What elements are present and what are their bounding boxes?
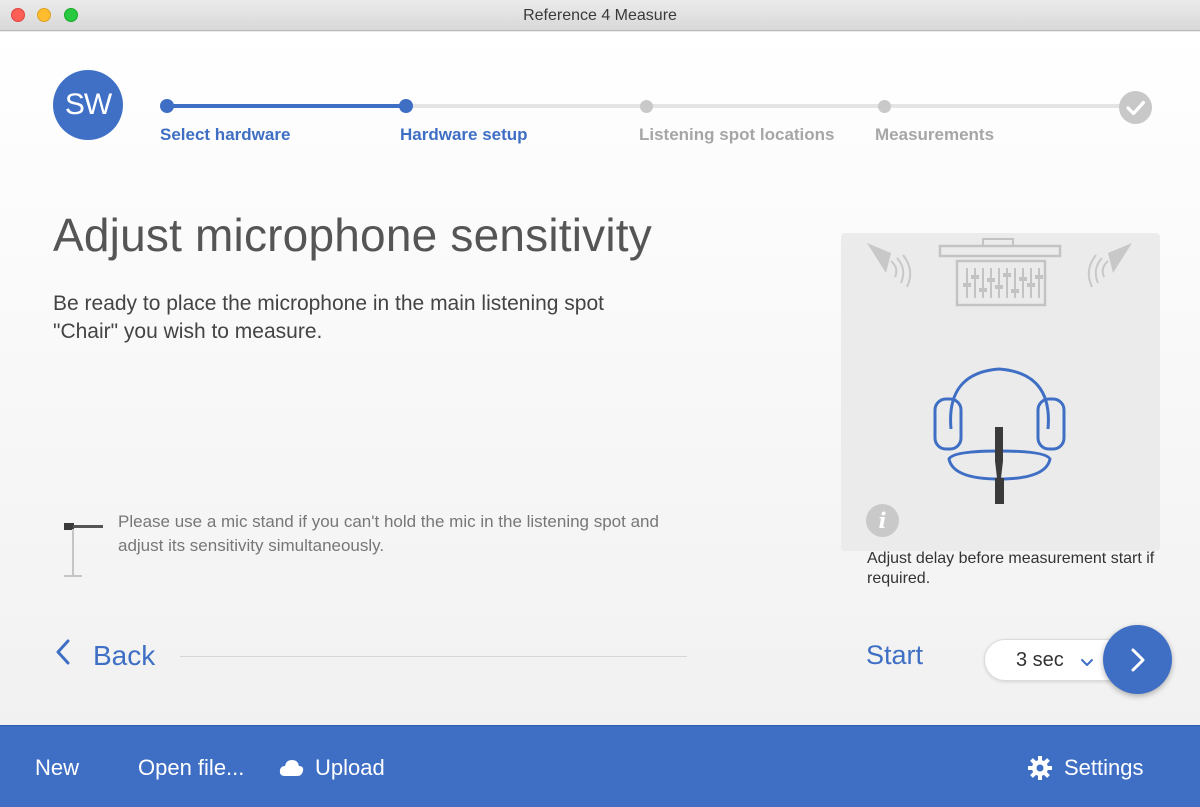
main-panel: SW Select hardware Hardware setup Listen…	[0, 32, 1200, 725]
delay-value: 3 sec	[1016, 649, 1064, 671]
step-label-hardware-setup[interactable]: Hardware setup	[400, 125, 528, 145]
page-title: Adjust microphone sensitivity	[53, 209, 652, 261]
gear-icon	[1028, 756, 1052, 780]
step-dot-listening-spots	[640, 100, 653, 113]
upload-label: Upload	[315, 755, 385, 780]
settings-button[interactable]: Settings	[1027, 755, 1144, 781]
mixing-console-icon	[938, 238, 1062, 307]
step-label-listening-spots: Listening spot locations	[639, 125, 835, 144]
chevron-right-icon	[1131, 648, 1145, 672]
delay-note: Adjust delay before measurement start if…	[867, 550, 1155, 587]
divider	[180, 656, 687, 657]
stepper-track-remaining	[406, 104, 1136, 108]
app-logo: SW	[53, 70, 123, 140]
next-button[interactable]	[1103, 625, 1172, 694]
cloud-icon	[279, 760, 304, 776]
intro-text: Be ready to place the microphone in the …	[53, 292, 604, 343]
step-dot-measurements	[878, 100, 891, 113]
speaker-left-icon	[867, 243, 912, 288]
window-title: Reference 4 Measure	[523, 7, 677, 24]
back-label: Back	[93, 640, 156, 671]
step-label-measurements: Measurements	[875, 125, 995, 144]
settings-label: Settings	[1064, 755, 1144, 780]
stepper-track-complete	[166, 104, 406, 108]
mic-stand-icon	[60, 517, 106, 584]
step-dot-hardware-setup[interactable]	[399, 99, 413, 113]
start-label[interactable]: Start	[866, 640, 923, 671]
info-icon[interactable]: i	[866, 504, 899, 537]
footer-toolbar: New Open file... Upload Settings	[0, 725, 1200, 807]
chevron-down-icon	[1080, 655, 1094, 673]
title-bar: Reference 4 Measure	[0, 0, 1200, 31]
microphone-icon	[995, 427, 1004, 504]
new-button[interactable]: New	[35, 755, 79, 781]
chevron-left-icon	[55, 639, 71, 673]
step-dot-select-hardware[interactable]	[160, 99, 174, 113]
mic-stand-hint: Please use a mic stand if you can't hold…	[118, 512, 659, 555]
checkmark-icon	[1119, 91, 1152, 124]
back-button[interactable]: Back	[55, 636, 155, 676]
upload-button[interactable]: Upload	[279, 755, 385, 781]
room-illustration	[841, 233, 1160, 551]
step-label-select-hardware[interactable]: Select hardware	[160, 125, 290, 145]
open-file-button[interactable]: Open file...	[138, 755, 244, 781]
speaker-right-icon	[1087, 243, 1132, 288]
